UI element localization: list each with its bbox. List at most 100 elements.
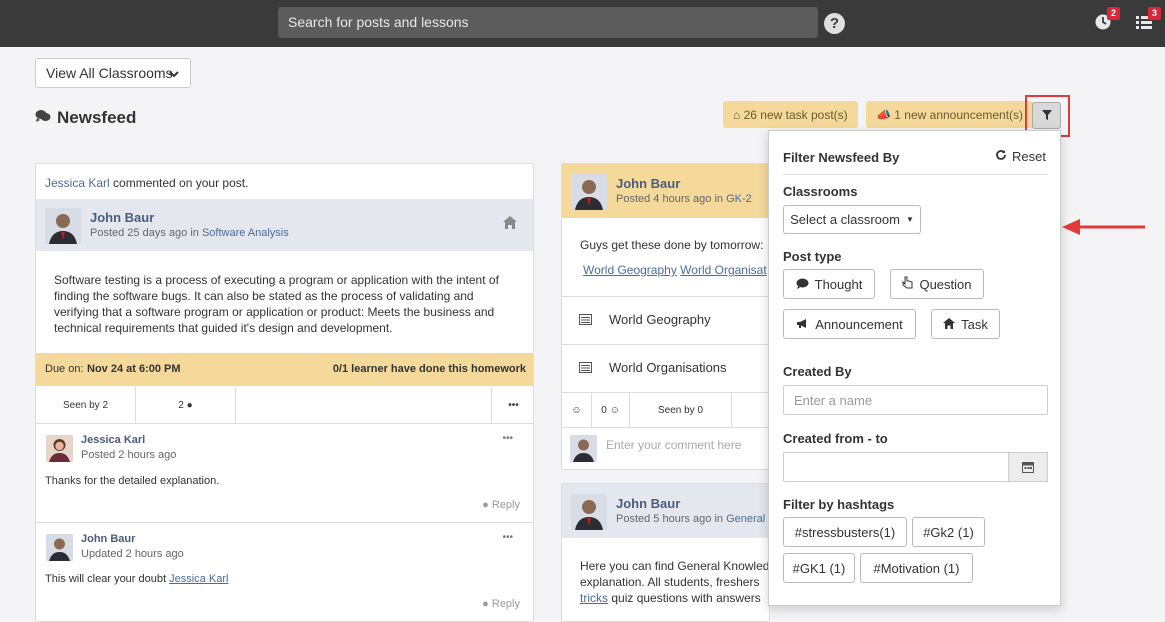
classroom-select[interactable]: Select a classroom ▼ xyxy=(783,205,921,234)
hashtag-chip[interactable]: #Motivation (1) xyxy=(860,553,973,583)
lesson-title: World Organisations xyxy=(609,360,727,375)
lesson-link[interactable]: World Geography xyxy=(583,263,677,277)
page-title: Newsfeed xyxy=(35,108,136,128)
comment-input[interactable]: Enter your comment here xyxy=(606,438,741,452)
reset-label: Reset xyxy=(1012,149,1046,164)
comment-time: Posted 2 hours ago xyxy=(81,449,177,461)
comment-time: Updated 2 hours ago xyxy=(81,548,184,560)
view-classrooms-dropdown[interactable]: View All Classrooms xyxy=(35,58,191,88)
hashtag-chip[interactable]: #Gk2 (1) xyxy=(912,517,985,547)
new-announcements-pill[interactable]: 📣 1 new announcement(s) xyxy=(866,101,1034,128)
tricks-link[interactable]: tricks xyxy=(580,591,608,605)
lesson-item[interactable]: World Geography xyxy=(562,296,769,344)
list-badge: 3 xyxy=(1148,7,1161,20)
top-bar: Search for posts and lessons ? 2 3 xyxy=(0,0,1165,47)
post-body-line: explanation. All students, freshers xyxy=(580,575,760,589)
seen-by[interactable]: Seen by 2 xyxy=(36,387,136,424)
filter-panel-title: Filter Newsfeed By xyxy=(783,150,900,165)
avatar[interactable] xyxy=(46,534,73,561)
post-time: Posted 25 days ago xyxy=(90,227,188,239)
thought-button[interactable]: Thought xyxy=(783,269,875,299)
avatar[interactable] xyxy=(45,208,81,244)
learners-status[interactable]: 0/1 learner have done this homework xyxy=(333,363,526,375)
reply-button[interactable]: ● Reply xyxy=(482,499,520,511)
post-body: Guys get these done by tomorrow: xyxy=(580,238,764,252)
post-author[interactable]: John Baur xyxy=(616,496,680,511)
reply-icon: ● xyxy=(482,598,489,610)
comment-more-icon[interactable]: ••• xyxy=(502,433,513,444)
list-icon[interactable]: 3 xyxy=(1135,7,1161,31)
calendar-icon[interactable] xyxy=(1008,452,1048,482)
notifications-icon[interactable]: 2 xyxy=(1094,7,1120,31)
post-header: John Baur Posted 25 days ago in Software… xyxy=(36,199,533,251)
post-classroom-link[interactable]: GK-2 xyxy=(726,193,752,205)
announcement-button[interactable]: Announcement xyxy=(783,309,916,339)
post-header: John Baur Posted 4 hours ago in GK-2 xyxy=(562,164,769,218)
help-icon[interactable]: ? xyxy=(824,13,845,34)
comment-item: Jessica Karl Posted 2 hours ago ••• Than… xyxy=(36,425,533,523)
search-input[interactable]: Search for posts and lessons xyxy=(278,7,818,38)
lesson-item[interactable]: World Organisations xyxy=(562,344,769,392)
reply-label: Reply xyxy=(491,598,520,610)
post-classroom-link[interactable]: Software Analysis xyxy=(202,227,289,239)
hashtag-chip[interactable]: #stressbusters(1) xyxy=(783,517,907,547)
notice-user-link[interactable]: Jessica Karl xyxy=(45,176,110,190)
lesson-link[interactable]: World Organisat xyxy=(680,263,766,277)
post-in: in xyxy=(190,227,199,239)
post-time: Posted 4 hours ago xyxy=(616,193,712,205)
reset-button[interactable]: Reset xyxy=(995,149,1046,164)
pointer-arrow-annotation xyxy=(1060,217,1146,237)
caret-down-icon: ▼ xyxy=(905,215,914,224)
new-task-posts-pill[interactable]: ⌂ 26 new task post(s) xyxy=(723,101,858,128)
post-footer: ☺ 0 ☺ Seen by 0 xyxy=(562,392,769,428)
seen-by[interactable]: Seen by 0 xyxy=(630,393,732,428)
post-classroom-link[interactable]: General Kn xyxy=(726,513,769,525)
comment-author[interactable]: John Baur xyxy=(81,533,135,545)
question-button[interactable]: Question xyxy=(890,269,984,299)
new-task-posts-label: 26 new task post(s) xyxy=(743,108,848,122)
avatar xyxy=(570,435,597,462)
post-in: in xyxy=(714,513,724,525)
created-by-input[interactable]: Enter a name xyxy=(783,385,1048,415)
hashtag-chip[interactable]: #GK1 (1) xyxy=(783,553,855,583)
due-bar: Due on: Nov 24 at 6:00 PM 0/1 learner ha… xyxy=(36,353,533,386)
post-author[interactable]: John Baur xyxy=(616,176,680,191)
new-announcements-label: 1 new announcement(s) xyxy=(894,108,1024,122)
smile-icon[interactable]: ☺ xyxy=(562,393,592,428)
filter-button[interactable] xyxy=(1032,102,1061,129)
refresh-icon xyxy=(995,149,1007,164)
post-time: Posted 5 hours ago xyxy=(616,513,712,525)
post-type-label: Post type xyxy=(783,249,842,264)
comment-text-line: This will clear your doubt Jessica Karl xyxy=(45,573,228,585)
classrooms-label: Classrooms xyxy=(783,184,858,199)
avatar[interactable] xyxy=(46,435,73,462)
lesson-icon xyxy=(579,361,592,376)
reply-button[interactable]: ● Reply xyxy=(482,598,520,610)
post-footer: Seen by 2 2 ● ••• xyxy=(36,387,533,424)
date-range-input[interactable] xyxy=(783,452,1009,482)
notice-text: commented on your post. xyxy=(113,176,249,190)
comments-count-value: 2 xyxy=(178,400,184,411)
post-header: John Baur Posted 5 hours ago in General … xyxy=(562,484,769,538)
filter-icon xyxy=(1041,108,1052,123)
due-date: Nov 24 at 6:00 PM xyxy=(87,363,181,375)
megaphone-icon xyxy=(796,317,809,332)
comment-icon: ● xyxy=(186,400,193,411)
home-icon xyxy=(943,317,956,332)
comment-more-icon[interactable]: ••• xyxy=(502,532,513,543)
avatar[interactable] xyxy=(571,494,607,530)
comment-item: John Baur Updated 2 hours ago ••• This w… xyxy=(36,524,533,621)
newsfeed-title-text: Newsfeed xyxy=(57,108,137,127)
more-options-icon[interactable]: ••• xyxy=(491,387,533,424)
home-icon xyxy=(503,216,517,232)
comments-count[interactable]: 2 ● xyxy=(136,387,236,424)
post-links: World Geography World Organisat xyxy=(583,263,767,277)
avatar[interactable] xyxy=(571,174,607,210)
post-author[interactable]: John Baur xyxy=(90,210,154,225)
reactions-count[interactable]: 0 ☺ xyxy=(592,393,630,428)
mention-link[interactable]: Jessica Karl xyxy=(169,573,228,585)
smile-icon: ☺ xyxy=(609,405,620,416)
task-button[interactable]: Task xyxy=(931,309,1000,339)
comment-author[interactable]: Jessica Karl xyxy=(81,434,145,446)
hashtags-label: Filter by hashtags xyxy=(783,497,895,512)
